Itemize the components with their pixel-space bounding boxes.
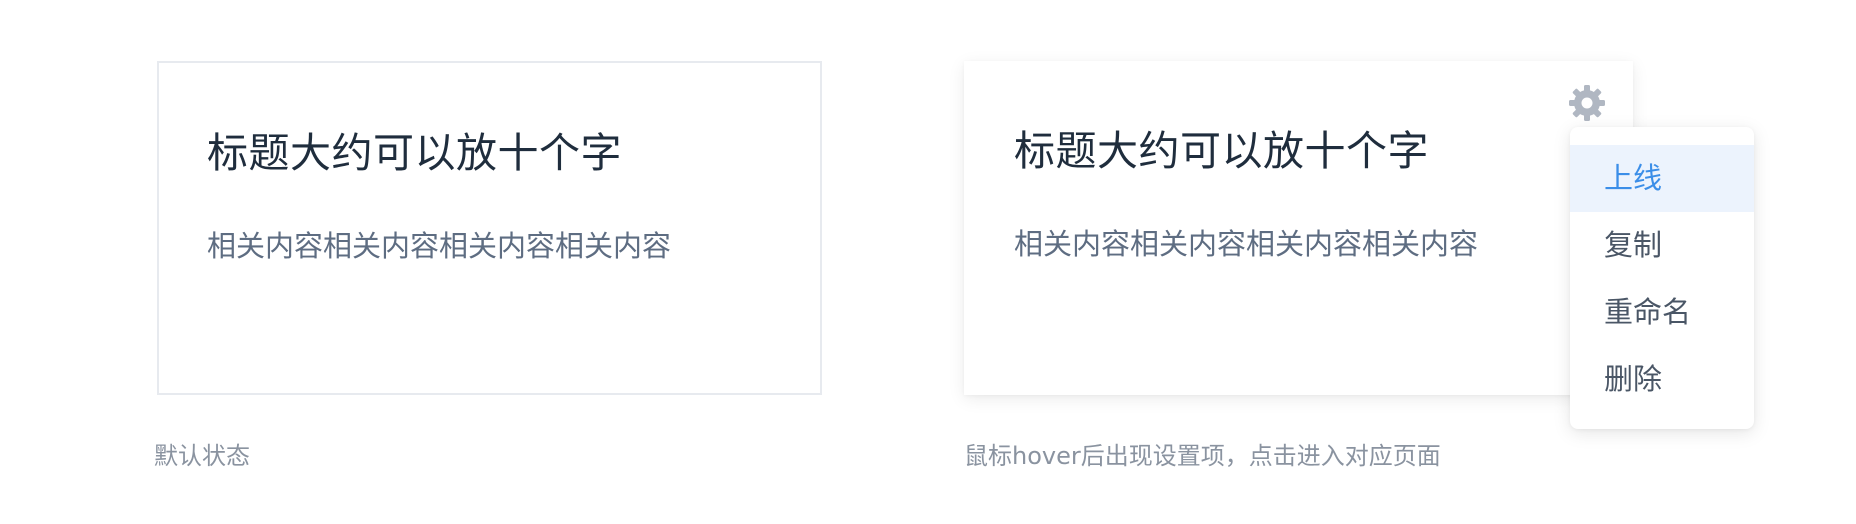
menu-item-rename[interactable]: 重命名 — [1570, 279, 1754, 346]
menu-item-online[interactable]: 上线 — [1570, 145, 1754, 212]
menu-item-delete[interactable]: 删除 — [1570, 346, 1754, 413]
caption-hover-state: 鼠标hover后出现设置项，点击进入对应页面 — [964, 442, 1441, 470]
card-title: 标题大约可以放十个字 — [1014, 127, 1429, 175]
menu-item-copy[interactable]: 复制 — [1570, 212, 1754, 279]
card-hover-state[interactable]: 标题大约可以放十个字 相关内容相关内容相关内容相关内容 — [964, 61, 1633, 395]
card-default-state[interactable]: 标题大约可以放十个字 相关内容相关内容相关内容相关内容 — [157, 61, 822, 395]
settings-dropdown-menu: 上线 复制 重命名 删除 — [1570, 127, 1754, 429]
card-title: 标题大约可以放十个字 — [207, 129, 622, 177]
card-description: 相关内容相关内容相关内容相关内容 — [207, 229, 672, 263]
canvas: 标题大约可以放十个字 相关内容相关内容相关内容相关内容 默认状态 标题大约可以放… — [0, 0, 1856, 524]
caption-default-state: 默认状态 — [154, 442, 250, 470]
gear-icon[interactable] — [1568, 84, 1606, 122]
card-description: 相关内容相关内容相关内容相关内容 — [1014, 227, 1479, 261]
